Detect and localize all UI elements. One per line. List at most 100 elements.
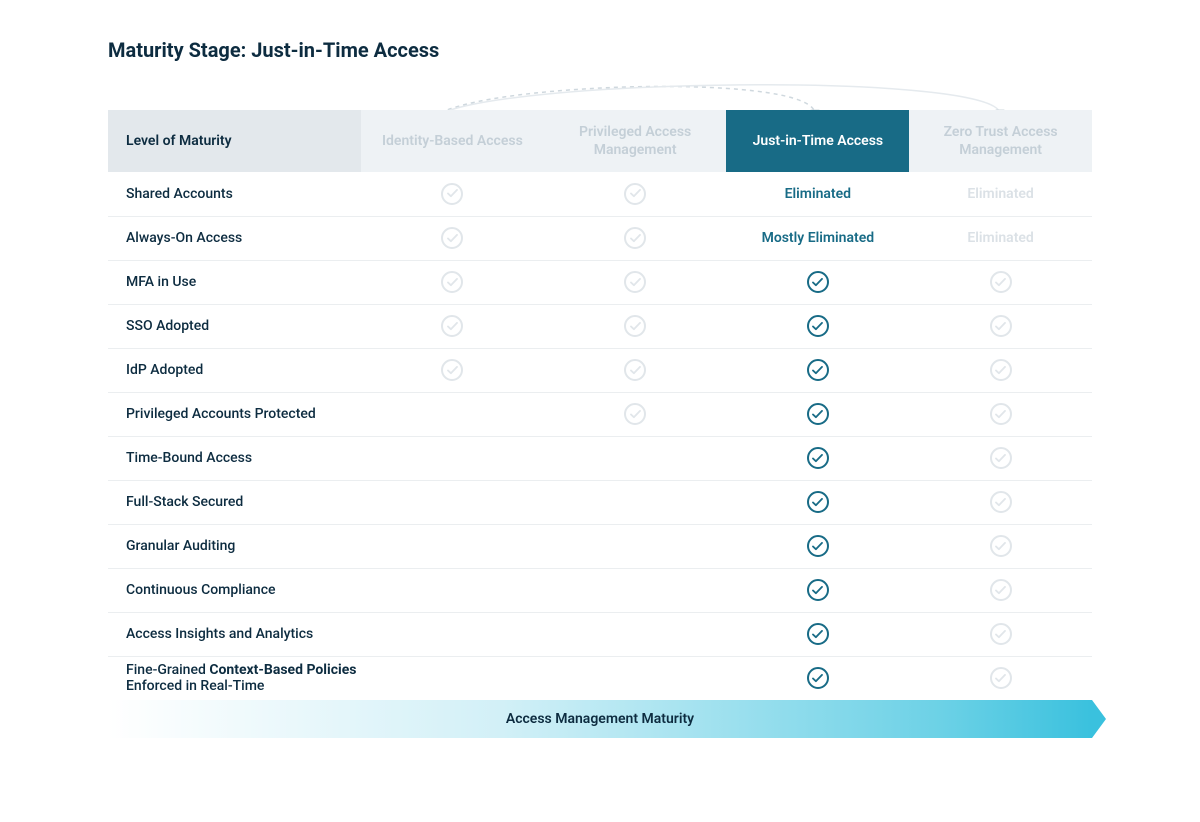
check-icon <box>441 183 463 205</box>
cell <box>726 392 909 436</box>
check-icon <box>807 667 829 689</box>
row-label: Time-Bound Access <box>108 436 361 480</box>
table-row: Fine-Grained Context-Based Policies Enfo… <box>108 656 1092 700</box>
cell <box>361 216 544 260</box>
cell <box>726 612 909 656</box>
check-icon <box>807 271 829 293</box>
cell <box>361 612 544 656</box>
table-row: SSO Adopted <box>108 304 1092 348</box>
cell <box>361 392 544 436</box>
check-icon <box>990 359 1012 381</box>
cell <box>909 348 1092 392</box>
row-label: IdP Adopted <box>108 348 361 392</box>
check-icon <box>624 315 646 337</box>
check-icon <box>807 403 829 425</box>
cell <box>544 480 727 524</box>
check-icon <box>990 447 1012 469</box>
cell: Mostly Eliminated <box>726 216 909 260</box>
column-header-0: Identity-Based Access <box>361 110 544 172</box>
check-icon <box>807 535 829 557</box>
check-icon <box>807 579 829 601</box>
cell <box>544 260 727 304</box>
table-row: Continuous Compliance <box>108 568 1092 612</box>
check-icon <box>624 227 646 249</box>
cell <box>909 260 1092 304</box>
check-icon <box>624 403 646 425</box>
check-icon <box>624 359 646 381</box>
row-label: Continuous Compliance <box>108 568 361 612</box>
table-row: MFA in Use <box>108 260 1092 304</box>
cell <box>361 348 544 392</box>
cell <box>726 480 909 524</box>
row-label: Privileged Accounts Protected <box>108 392 361 436</box>
cell <box>544 656 727 700</box>
cell <box>544 172 727 216</box>
check-icon <box>990 491 1012 513</box>
column-header-2: Just-in-Time Access <box>726 110 909 172</box>
cell-text: Mostly Eliminated <box>762 230 875 246</box>
table-row: IdP Adopted <box>108 348 1092 392</box>
row-label: Always-On Access <box>108 216 361 260</box>
cell <box>909 656 1092 700</box>
cell <box>361 172 544 216</box>
maturity-progress-bar: Access Management Maturity <box>108 700 1092 738</box>
check-icon <box>624 271 646 293</box>
cell-text: Eliminated <box>785 186 851 202</box>
check-icon <box>807 447 829 469</box>
cell <box>909 524 1092 568</box>
table-row: Full-Stack Secured <box>108 480 1092 524</box>
row-label: MFA in Use <box>108 260 361 304</box>
check-icon <box>441 271 463 293</box>
cell <box>544 436 727 480</box>
page-title: Maturity Stage: Just-in-Time Access <box>108 38 1092 62</box>
cell <box>726 524 909 568</box>
column-header-3: Zero Trust Access Management <box>909 110 1092 172</box>
check-icon <box>807 623 829 645</box>
row-label: Shared Accounts <box>108 172 361 216</box>
check-icon <box>624 183 646 205</box>
row-label: Full-Stack Secured <box>108 480 361 524</box>
cell <box>909 436 1092 480</box>
cell <box>361 568 544 612</box>
row-label: Granular Auditing <box>108 524 361 568</box>
cell <box>544 216 727 260</box>
cell <box>909 612 1092 656</box>
cell-text: Eliminated <box>967 230 1033 246</box>
check-icon <box>807 315 829 337</box>
cell <box>361 436 544 480</box>
row-label: Access Insights and Analytics <box>108 612 361 656</box>
table-row: Privileged Accounts Protected <box>108 392 1092 436</box>
cell <box>726 348 909 392</box>
cell <box>909 568 1092 612</box>
cell <box>726 436 909 480</box>
cell: Eliminated <box>909 216 1092 260</box>
check-icon <box>990 623 1012 645</box>
cell <box>361 656 544 700</box>
header-row-label: Level of Maturity <box>108 110 361 172</box>
table-row: Shared Accounts Eliminated Eliminated <box>108 172 1092 216</box>
check-icon <box>441 359 463 381</box>
check-icon <box>441 227 463 249</box>
check-icon <box>990 579 1012 601</box>
cell <box>544 568 727 612</box>
check-icon <box>990 315 1012 337</box>
column-header-1: Privileged Access Management <box>544 110 727 172</box>
row-label: SSO Adopted <box>108 304 361 348</box>
cell <box>909 392 1092 436</box>
cell <box>909 480 1092 524</box>
cell <box>361 524 544 568</box>
table-row: Granular Auditing <box>108 524 1092 568</box>
cell <box>544 392 727 436</box>
check-icon <box>990 271 1012 293</box>
table-row: Always-On Access Mostly Eliminated Elimina… <box>108 216 1092 260</box>
cell-text: Eliminated <box>967 186 1033 202</box>
cell <box>361 304 544 348</box>
cell <box>726 568 909 612</box>
cell <box>544 612 727 656</box>
cell <box>544 524 727 568</box>
cell <box>361 480 544 524</box>
maturity-bar-label: Access Management Maturity <box>506 711 694 727</box>
row-label: Fine-Grained Context-Based Policies Enfo… <box>108 656 361 700</box>
cell: Eliminated <box>726 172 909 216</box>
cell <box>726 656 909 700</box>
